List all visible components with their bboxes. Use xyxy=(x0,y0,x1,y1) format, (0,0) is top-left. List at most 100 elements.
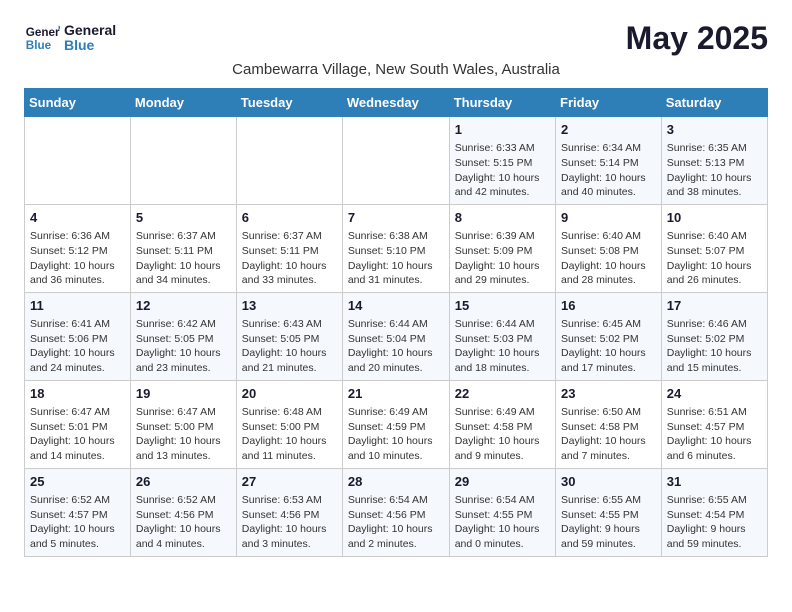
day-info: Sunrise: 6:37 AM Sunset: 5:11 PM Dayligh… xyxy=(136,229,231,288)
day-number: 16 xyxy=(561,297,656,315)
day-number: 21 xyxy=(348,385,444,403)
day-number: 30 xyxy=(561,473,656,491)
day-number: 7 xyxy=(348,209,444,227)
day-number: 8 xyxy=(455,209,550,227)
calendar-cell: 21 Sunrise: 6:49 AM Sunset: 4:59 PM Dayli… xyxy=(342,380,449,468)
calendar-cell: 25 Sunrise: 6:52 AM Sunset: 4:57 PM Dayli… xyxy=(25,468,131,556)
day-number: 10 xyxy=(667,209,762,227)
day-number: 3 xyxy=(667,121,762,139)
day-number: 27 xyxy=(242,473,337,491)
day-number: 2 xyxy=(561,121,656,139)
calendar-cell: 11 Sunrise: 6:41 AM Sunset: 5:06 PM Dayli… xyxy=(25,292,131,380)
day-info: Sunrise: 6:43 AM Sunset: 5:05 PM Dayligh… xyxy=(242,317,337,376)
logo-line1: General xyxy=(64,23,116,38)
calendar-cell: 27 Sunrise: 6:53 AM Sunset: 4:56 PM Dayli… xyxy=(236,468,342,556)
logo: General Blue General Blue xyxy=(24,20,116,56)
calendar-cell: 6Sunrise: 6:37 AM Sunset: 5:11 PM Daylig… xyxy=(236,204,342,292)
day-info: Sunrise: 6:52 AM Sunset: 4:56 PM Dayligh… xyxy=(136,493,231,552)
day-number: 9 xyxy=(561,209,656,227)
calendar-cell: 13Sunrise: 6:43 AM Sunset: 5:05 PM Dayli… xyxy=(236,292,342,380)
day-info: Sunrise: 6:51 AM Sunset: 4:57 PM Dayligh… xyxy=(667,405,762,464)
day-info: Sunrise: 6:49 AM Sunset: 4:58 PM Dayligh… xyxy=(455,405,550,464)
day-number: 25 xyxy=(30,473,125,491)
calendar-week-row: 1 Sunrise: 6:33 AM Sunset: 5:15 PM Daylig… xyxy=(25,117,768,205)
page-subtitle: Cambewarra Village, New South Wales, Aus… xyxy=(24,61,768,78)
calendar-cell xyxy=(236,117,342,205)
calendar-cell: 28Sunrise: 6:54 AM Sunset: 4:56 PM Dayli… xyxy=(342,468,449,556)
calendar-cell: 29 Sunrise: 6:54 AM Sunset: 4:55 PM Dayli… xyxy=(449,468,555,556)
day-info: Sunrise: 6:44 AM Sunset: 5:04 PM Dayligh… xyxy=(348,317,444,376)
weekday-header: Wednesday xyxy=(342,89,449,117)
calendar-cell: 26 Sunrise: 6:52 AM Sunset: 4:56 PM Dayli… xyxy=(130,468,236,556)
calendar-cell xyxy=(25,117,131,205)
page-title: May 2025 xyxy=(626,20,768,57)
calendar-cell: 10 Sunrise: 6:40 AM Sunset: 5:07 PM Dayli… xyxy=(661,204,767,292)
svg-text:General: General xyxy=(26,26,60,39)
weekday-header: Monday xyxy=(130,89,236,117)
day-info: Sunrise: 6:50 AM Sunset: 4:58 PM Dayligh… xyxy=(561,405,656,464)
day-info: Sunrise: 6:36 AM Sunset: 5:12 PM Dayligh… xyxy=(30,229,125,288)
day-number: 12 xyxy=(136,297,231,315)
calendar-cell: 8 Sunrise: 6:39 AM Sunset: 5:09 PM Daylig… xyxy=(449,204,555,292)
logo-line2: Blue xyxy=(64,38,116,53)
calendar-header-row: SundayMondayTuesdayWednesdayThursdayFrid… xyxy=(25,89,768,117)
calendar-cell: 18Sunrise: 6:47 AM Sunset: 5:01 PM Dayli… xyxy=(25,380,131,468)
day-info: Sunrise: 6:45 AM Sunset: 5:02 PM Dayligh… xyxy=(561,317,656,376)
calendar-cell: 4 Sunrise: 6:36 AM Sunset: 5:12 PM Daylig… xyxy=(25,204,131,292)
day-info: Sunrise: 6:33 AM Sunset: 5:15 PM Dayligh… xyxy=(455,141,550,200)
weekday-header: Saturday xyxy=(661,89,767,117)
day-number: 29 xyxy=(455,473,550,491)
calendar-week-row: 4 Sunrise: 6:36 AM Sunset: 5:12 PM Daylig… xyxy=(25,204,768,292)
calendar-table: SundayMondayTuesdayWednesdayThursdayFrid… xyxy=(24,88,768,557)
day-number: 5 xyxy=(136,209,231,227)
calendar-cell: 14 Sunrise: 6:44 AM Sunset: 5:04 PM Dayli… xyxy=(342,292,449,380)
day-number: 11 xyxy=(30,297,125,315)
day-number: 4 xyxy=(30,209,125,227)
day-info: Sunrise: 6:41 AM Sunset: 5:06 PM Dayligh… xyxy=(30,317,125,376)
day-info: Sunrise: 6:54 AM Sunset: 4:55 PM Dayligh… xyxy=(455,493,550,552)
day-number: 28 xyxy=(348,473,444,491)
calendar-cell: 24 Sunrise: 6:51 AM Sunset: 4:57 PM Dayli… xyxy=(661,380,767,468)
logo-icon: General Blue xyxy=(24,20,60,56)
calendar-cell: 22 Sunrise: 6:49 AM Sunset: 4:58 PM Dayli… xyxy=(449,380,555,468)
day-info: Sunrise: 6:53 AM Sunset: 4:56 PM Dayligh… xyxy=(242,493,337,552)
calendar-cell xyxy=(130,117,236,205)
svg-text:Blue: Blue xyxy=(26,39,52,52)
day-number: 26 xyxy=(136,473,231,491)
day-number: 1 xyxy=(455,121,550,139)
day-info: Sunrise: 6:38 AM Sunset: 5:10 PM Dayligh… xyxy=(348,229,444,288)
day-info: Sunrise: 6:47 AM Sunset: 5:00 PM Dayligh… xyxy=(136,405,231,464)
calendar-cell: 17 Sunrise: 6:46 AM Sunset: 5:02 PM Dayli… xyxy=(661,292,767,380)
day-number: 17 xyxy=(667,297,762,315)
day-info: Sunrise: 6:49 AM Sunset: 4:59 PM Dayligh… xyxy=(348,405,444,464)
calendar-cell: 5 Sunrise: 6:37 AM Sunset: 5:11 PM Daylig… xyxy=(130,204,236,292)
day-info: Sunrise: 6:52 AM Sunset: 4:57 PM Dayligh… xyxy=(30,493,125,552)
weekday-header: Sunday xyxy=(25,89,131,117)
weekday-header: Tuesday xyxy=(236,89,342,117)
day-number: 20 xyxy=(242,385,337,403)
calendar-cell: 3 Sunrise: 6:35 AM Sunset: 5:13 PM Daylig… xyxy=(661,117,767,205)
calendar-cell: 7 Sunrise: 6:38 AM Sunset: 5:10 PM Daylig… xyxy=(342,204,449,292)
weekday-header: Thursday xyxy=(449,89,555,117)
calendar-cell: 20Sunrise: 6:48 AM Sunset: 5:00 PM Dayli… xyxy=(236,380,342,468)
day-info: Sunrise: 6:39 AM Sunset: 5:09 PM Dayligh… xyxy=(455,229,550,288)
day-number: 22 xyxy=(455,385,550,403)
day-info: Sunrise: 6:46 AM Sunset: 5:02 PM Dayligh… xyxy=(667,317,762,376)
calendar-week-row: 25 Sunrise: 6:52 AM Sunset: 4:57 PM Dayli… xyxy=(25,468,768,556)
day-info: Sunrise: 6:42 AM Sunset: 5:05 PM Dayligh… xyxy=(136,317,231,376)
day-number: 24 xyxy=(667,385,762,403)
day-info: Sunrise: 6:55 AM Sunset: 4:55 PM Dayligh… xyxy=(561,493,656,552)
day-info: Sunrise: 6:40 AM Sunset: 5:07 PM Dayligh… xyxy=(667,229,762,288)
day-info: Sunrise: 6:35 AM Sunset: 5:13 PM Dayligh… xyxy=(667,141,762,200)
day-number: 31 xyxy=(667,473,762,491)
calendar-cell: 31Sunrise: 6:55 AM Sunset: 4:54 PM Dayli… xyxy=(661,468,767,556)
day-number: 23 xyxy=(561,385,656,403)
calendar-cell: 30 Sunrise: 6:55 AM Sunset: 4:55 PM Dayli… xyxy=(556,468,662,556)
calendar-cell: 1 Sunrise: 6:33 AM Sunset: 5:15 PM Daylig… xyxy=(449,117,555,205)
day-number: 14 xyxy=(348,297,444,315)
day-info: Sunrise: 6:40 AM Sunset: 5:08 PM Dayligh… xyxy=(561,229,656,288)
day-info: Sunrise: 6:47 AM Sunset: 5:01 PM Dayligh… xyxy=(30,405,125,464)
calendar-cell: 9 Sunrise: 6:40 AM Sunset: 5:08 PM Daylig… xyxy=(556,204,662,292)
day-number: 19 xyxy=(136,385,231,403)
calendar-cell xyxy=(342,117,449,205)
